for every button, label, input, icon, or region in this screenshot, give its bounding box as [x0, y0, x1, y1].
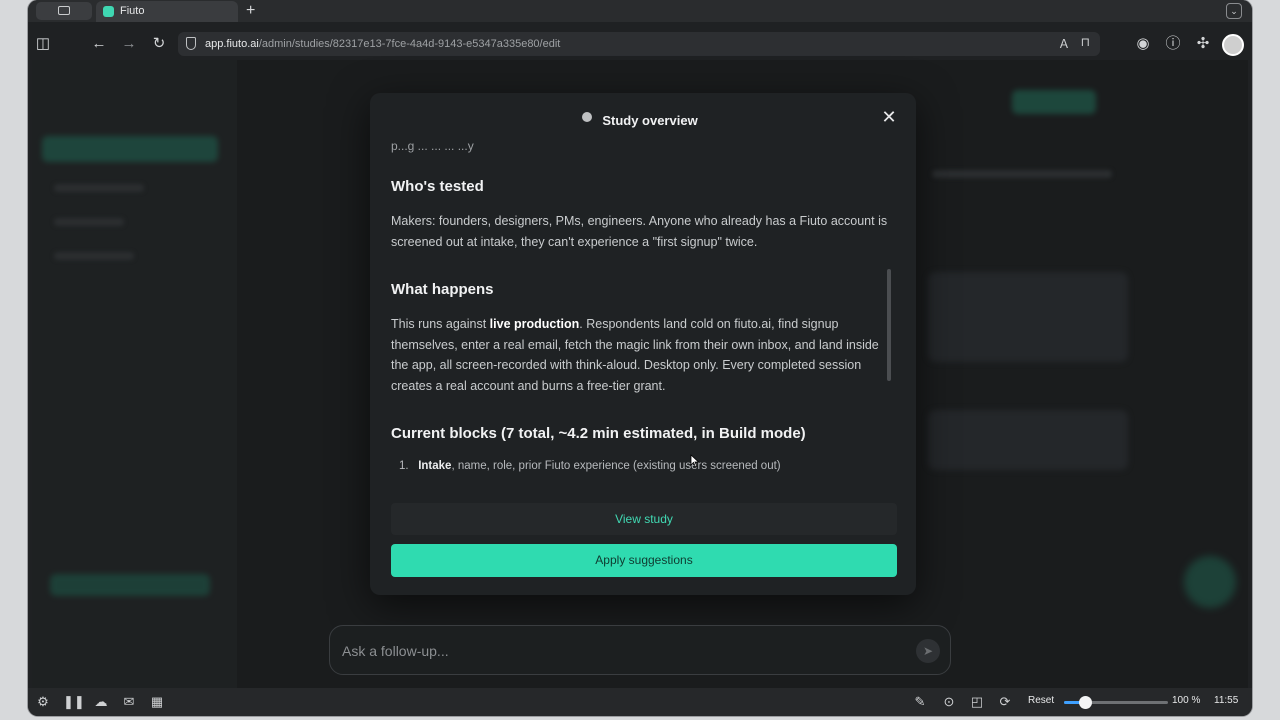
- modal-title: Study overview: [602, 113, 698, 128]
- back-arrow-icon[interactable]: ←: [90, 35, 108, 53]
- clock-time: 11:55: [1214, 695, 1239, 706]
- modal-header: Study overview ✕: [370, 93, 916, 141]
- settings-gear-icon[interactable]: ⚙: [34, 693, 52, 711]
- study-overview-modal: Study overview ✕ p...g ... ... ... ...y …: [370, 93, 916, 595]
- blurred-header-button: [1012, 90, 1096, 114]
- calendar-icon[interactable]: ▦: [148, 693, 166, 711]
- blurred-line: [54, 184, 144, 192]
- app-page: Study overview ✕ p...g ... ... ... ...y …: [32, 60, 1248, 688]
- shield-icon: [186, 37, 196, 50]
- sidebar-toggle-icon[interactable]: ◫: [34, 35, 52, 53]
- modal-body[interactable]: p...g ... ... ... ...y Who's tested Make…: [391, 141, 897, 481]
- edit-icon[interactable]: ✎: [911, 693, 929, 711]
- blurred-card: [928, 410, 1128, 470]
- puzzle-icon[interactable]: ✣: [1194, 35, 1212, 53]
- section-title-current-blocks: Current blocks (7 total, ~4.2 min estima…: [391, 425, 806, 442]
- translate-icon[interactable]: Ａ: [1058, 35, 1070, 52]
- chevron-down-icon[interactable]: ⌄: [1226, 3, 1242, 19]
- tab-title: Fiuto: [120, 5, 145, 17]
- followup-input[interactable]: [342, 640, 902, 662]
- bold-live-production: live production: [489, 317, 580, 331]
- blurred-line: [54, 252, 134, 260]
- tabs-icon: [58, 6, 70, 15]
- section-text-what-happens: This runs against live production. Respo…: [391, 317, 879, 393]
- reload-icon[interactable]: ↻: [150, 35, 168, 53]
- modal-scrollbar[interactable]: [887, 269, 891, 381]
- zoom-level: 100 %: [1172, 695, 1201, 706]
- section-text-whos-tested: Makers: founders, designers, PMs, engine…: [391, 214, 888, 249]
- capture-icon[interactable]: ⊙: [940, 693, 958, 711]
- zoom-slider[interactable]: [1064, 696, 1168, 709]
- tab-strip: Fiuto + ⌄: [28, 0, 1252, 22]
- cloud-icon[interactable]: ☁: [92, 693, 110, 711]
- tab-overview-button[interactable]: [36, 2, 92, 20]
- clipped-text-line: p...g ... ... ... ...y: [391, 141, 474, 153]
- blurred-line: [932, 170, 1112, 178]
- blurred-sidebar-button: [50, 574, 210, 596]
- mail-icon[interactable]: ✉: [120, 693, 138, 711]
- new-tab-button[interactable]: +: [246, 1, 255, 21]
- fiuto-favicon-icon: [103, 6, 114, 17]
- view-study-button[interactable]: View study: [391, 503, 897, 535]
- browser-toolbar: ◫ ← → ↻ app.fiuto.ai/admin/studies/82317…: [28, 30, 1252, 58]
- blurred-line: [54, 218, 124, 226]
- blurred-floating-button: [1184, 556, 1236, 608]
- list-item: 1. Intake, name, role, prior Fiuto exper…: [399, 460, 781, 472]
- send-icon[interactable]: ➤: [916, 639, 940, 663]
- forward-arrow-icon[interactable]: →: [120, 35, 138, 53]
- zoom-slider-thumb[interactable]: [1078, 696, 1092, 709]
- close-icon[interactable]: ✕: [880, 108, 898, 126]
- status-bar: ⚙ ❚❚ ☁ ✉ ▦ ✎ ⊙ ◰ ⟳ Reset 100 % 11:55: [28, 688, 1252, 716]
- bookmark-icon[interactable]: ⊓: [1081, 35, 1090, 49]
- browser-window: Fiuto + ⌄ ◫ ← → ↻ app.fiuto.ai/admin/stu…: [28, 0, 1252, 716]
- url-text[interactable]: app.fiuto.ai/admin/studies/82317e13-7fce…: [205, 38, 560, 50]
- section-title-whos-tested: Who's tested: [391, 178, 484, 195]
- followup-input-box[interactable]: ➤: [329, 625, 951, 675]
- extension-icon[interactable]: ◉: [1134, 35, 1152, 53]
- window-icon[interactable]: ◰: [968, 693, 986, 711]
- profile-avatar[interactable]: [1222, 34, 1244, 56]
- apply-suggestions-button[interactable]: Apply suggestions: [391, 544, 897, 577]
- tab-fiuto[interactable]: Fiuto: [96, 1, 238, 22]
- blurred-card: [928, 272, 1128, 362]
- mouse-cursor-icon: [690, 454, 700, 468]
- password-manager-icon[interactable]: ⓘ: [1164, 35, 1182, 53]
- blurred-sidebar-active-item: [42, 136, 218, 162]
- sync-icon[interactable]: ⟳: [996, 693, 1014, 711]
- address-bar[interactable]: app.fiuto.ai/admin/studies/82317e13-7fce…: [178, 32, 1100, 56]
- section-title-what-happens: What happens: [391, 281, 494, 298]
- reset-zoom-button[interactable]: Reset: [1028, 695, 1054, 706]
- pause-icon[interactable]: ❚❚: [63, 693, 85, 711]
